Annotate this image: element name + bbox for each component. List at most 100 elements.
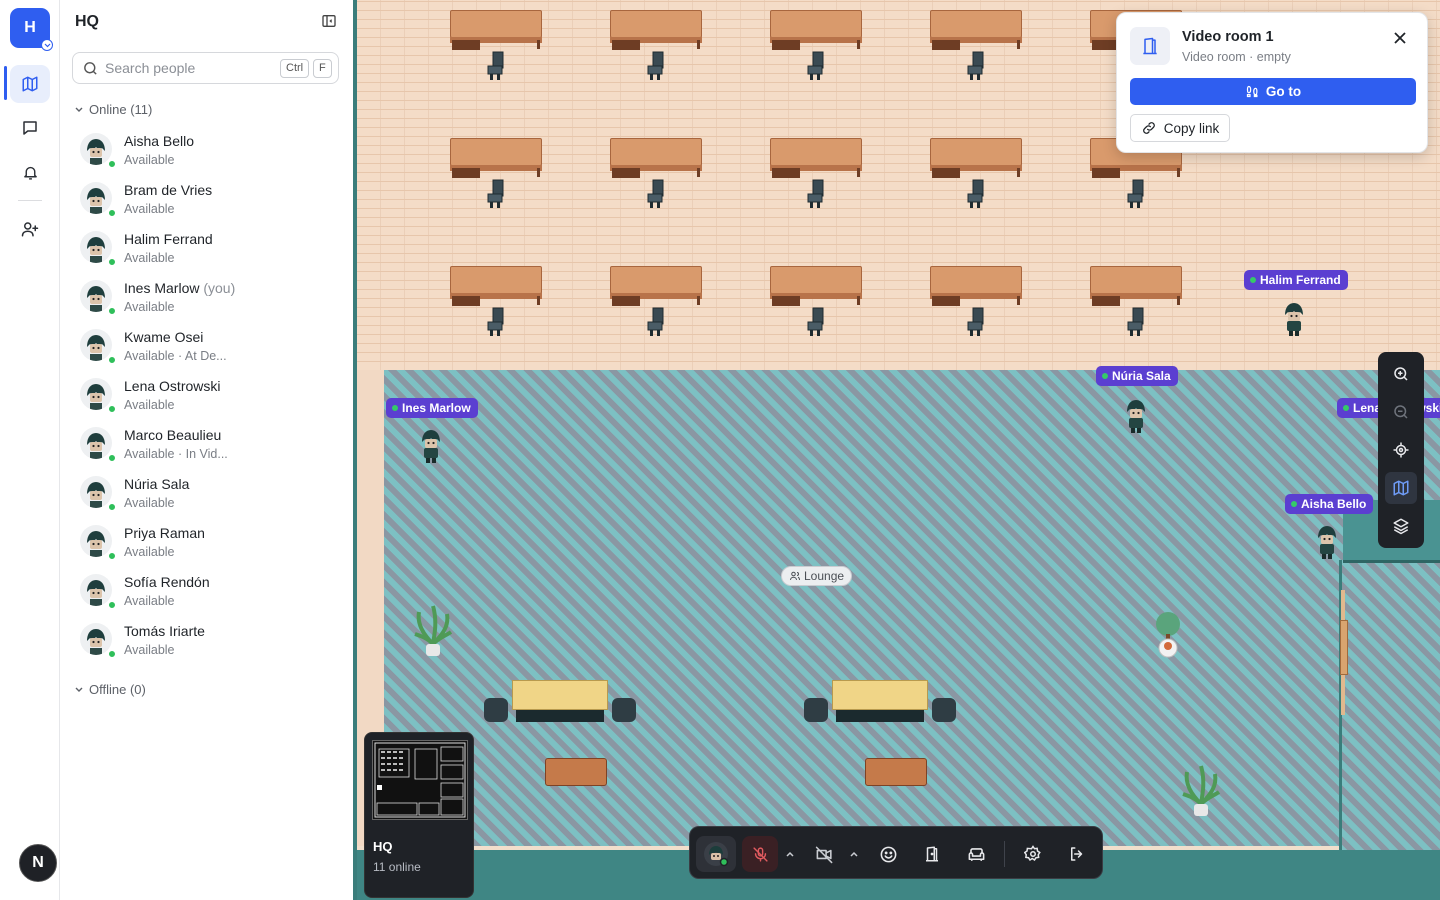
person-status: Available — [124, 545, 175, 559]
door-icon — [926, 846, 938, 862]
avatar-tag-halim[interactable]: Halim Ferrand — [1244, 270, 1348, 290]
sofa-icon — [968, 847, 984, 861]
collapse-panel-button[interactable] — [321, 13, 337, 34]
desk — [1090, 266, 1182, 306]
notifications-nav-button[interactable] — [10, 153, 50, 191]
room-label-text: Lounge — [804, 569, 845, 583]
left-rail: H N — [0, 0, 60, 900]
avatar-sprite[interactable] — [1123, 398, 1149, 434]
online-group-label: Online (11) — [89, 102, 153, 117]
person-name: Lena Ostrowski — [124, 378, 221, 394]
map-icon — [1393, 480, 1409, 496]
emoji-button[interactable] — [870, 836, 906, 872]
armchair — [612, 698, 636, 722]
person-row[interactable]: Lena Ostrowski Available — [80, 372, 340, 418]
invite-nav-button[interactable] — [10, 210, 50, 248]
zoom-in-button[interactable] — [1385, 358, 1417, 390]
room-icon-box — [1130, 27, 1170, 65]
go-to-button[interactable]: Go to — [1130, 78, 1416, 105]
person-row[interactable]: Kwame Osei Available · At De... — [80, 323, 340, 369]
search-input[interactable] — [105, 59, 265, 77]
video-room-popup: Video room 1 Video room · empty Go to Co… — [1116, 12, 1428, 153]
settings-button[interactable] — [1015, 836, 1051, 872]
panel-title: HQ — [75, 13, 99, 30]
desk — [450, 266, 542, 306]
avatar-sprite[interactable] — [418, 428, 444, 464]
chair-icon — [645, 178, 667, 210]
furniture-button[interactable] — [958, 836, 994, 872]
chair-icon — [965, 306, 987, 338]
person-row[interactable]: Núria Sala Available — [80, 470, 340, 516]
door[interactable] — [1340, 620, 1348, 675]
mic-off-icon — [752, 846, 768, 862]
person-row[interactable]: Aisha Bello Available — [80, 127, 340, 173]
person-row[interactable]: Tomás Iriarte Available — [80, 617, 340, 663]
camera-toggle-button[interactable] — [806, 836, 842, 872]
zoom-out-button[interactable] — [1385, 396, 1417, 428]
plant-icon — [1182, 765, 1221, 816]
avatar-tag-nuria[interactable]: Núria Sala — [1096, 366, 1178, 386]
avatar-tag-ines[interactable]: Ines Marlow — [386, 398, 478, 418]
armchair — [804, 698, 828, 722]
person-row[interactable]: Marco Beaulieu Available · In Vid... — [80, 421, 340, 467]
copy-link-button[interactable]: Copy link — [1130, 114, 1230, 142]
map-nav-button[interactable] — [10, 65, 50, 103]
avatar-sprite[interactable] — [1314, 524, 1340, 560]
offline-group-toggle[interactable]: Offline (0) — [74, 682, 146, 697]
smile-icon — [880, 846, 896, 862]
person-row[interactable]: Bram de Vries Available — [80, 176, 340, 222]
avatar — [80, 280, 112, 312]
minimap-toggle-button[interactable] — [1385, 472, 1417, 504]
person-name: Halim Ferrand — [124, 231, 213, 247]
side-room — [1339, 560, 1440, 850]
person-status: Available — [124, 643, 175, 657]
wall-edge — [1343, 560, 1440, 563]
mic-toggle-button[interactable] — [742, 836, 778, 872]
online-status-dot — [108, 601, 116, 609]
search-icon — [84, 62, 97, 75]
chevron-up-icon — [850, 851, 858, 857]
avatar — [80, 182, 112, 214]
person-status: Available · At De... — [124, 349, 227, 363]
person-row[interactable]: Halim Ferrand Available — [80, 225, 340, 271]
add-user-icon — [21, 222, 39, 237]
zoom-in-icon — [1394, 367, 1408, 381]
layers-button[interactable] — [1385, 510, 1417, 542]
avatar — [80, 231, 112, 263]
close-popup-button[interactable] — [1393, 31, 1407, 50]
person-status: Available — [124, 398, 175, 412]
camera-options-button[interactable] — [845, 836, 863, 872]
mic-options-button[interactable] — [781, 836, 799, 872]
online-group-toggle[interactable]: Online (11) — [74, 102, 152, 117]
user-avatar-button[interactable]: N — [19, 844, 57, 882]
rooms-button[interactable] — [914, 836, 950, 872]
chevron-up-icon — [786, 851, 794, 857]
online-status-dot — [108, 650, 116, 658]
avatar-tag-aisha[interactable]: Aisha Bello — [1285, 494, 1374, 514]
person-row[interactable]: Sofía Rendón Available — [80, 568, 340, 614]
locate-me-button[interactable] — [1385, 434, 1417, 466]
my-avatar-button[interactable] — [696, 836, 736, 872]
chair-icon — [485, 178, 507, 210]
minimap[interactable]: HQ 11 online — [364, 732, 474, 898]
desk — [450, 10, 542, 50]
chat-nav-button[interactable] — [10, 109, 50, 147]
person-row[interactable]: Priya Raman Available — [80, 519, 340, 565]
avatar-sprite[interactable] — [1281, 301, 1307, 337]
desk — [770, 10, 862, 50]
room-label-lounge[interactable]: Lounge — [781, 566, 853, 586]
door-icon — [1143, 37, 1157, 55]
chair-icon — [805, 306, 827, 338]
layers-icon — [1393, 518, 1409, 535]
person-row[interactable]: Ines Marlow (you) Available — [80, 274, 340, 320]
bell-icon — [23, 166, 37, 180]
copy-link-label: Copy link — [1163, 120, 1220, 136]
chair-icon — [485, 50, 507, 82]
desk — [770, 138, 862, 178]
person-status: Available — [124, 300, 175, 314]
sofa — [832, 680, 928, 722]
online-status-dot — [108, 356, 116, 364]
armchair — [484, 698, 508, 722]
leave-button[interactable] — [1059, 836, 1095, 872]
workspace-switcher[interactable]: H — [10, 8, 53, 51]
